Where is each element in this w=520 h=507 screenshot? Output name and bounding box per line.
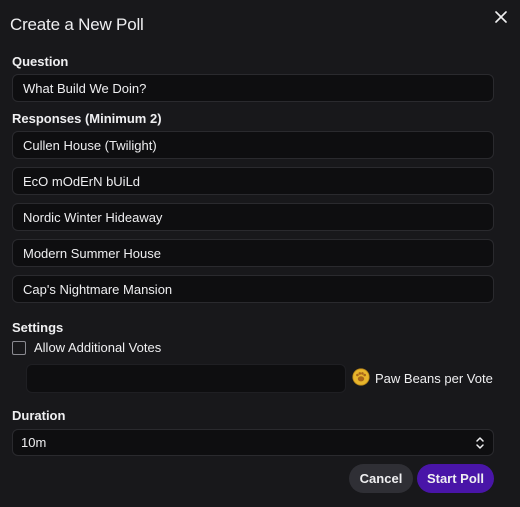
allow-additional-votes-label: Allow Additional Votes: [34, 340, 162, 355]
response-input-2[interactable]: EcO mOdErN bUiLd: [12, 167, 494, 195]
duration-select[interactable]: 10m: [12, 429, 494, 456]
allow-additional-votes-checkbox[interactable]: [12, 340, 26, 355]
allow-additional-votes-row[interactable]: Allow Additional Votes: [12, 340, 161, 355]
create-poll-dialog: Create a New Poll Question What Build We…: [0, 0, 520, 507]
duration-selected-value: 10m: [21, 435, 47, 450]
responses-label: Responses (Minimum 2): [12, 111, 162, 126]
question-label: Question: [12, 54, 69, 69]
settings-label: Settings: [12, 320, 64, 335]
beans-per-vote-label: Paw Beans per Vote: [375, 371, 493, 386]
dialog-title: Create a New Poll: [10, 15, 144, 34]
beans-per-vote-input[interactable]: [26, 364, 346, 393]
response-input-5[interactable]: Cap's Nightmare Mansion: [12, 275, 494, 303]
question-input[interactable]: What Build We Doin?: [12, 74, 494, 102]
response-input-3[interactable]: Nordic Winter Hideaway: [12, 203, 494, 231]
chevron-updown-icon: [476, 436, 484, 449]
start-poll-button[interactable]: Start Poll: [417, 464, 494, 493]
paw-bean-icon: [352, 368, 370, 386]
duration-label: Duration: [12, 408, 66, 423]
close-icon: [495, 11, 507, 23]
response-input-1[interactable]: Cullen House (Twilight): [12, 131, 494, 159]
response-input-4[interactable]: Modern Summer House: [12, 239, 494, 267]
close-button[interactable]: [492, 8, 510, 26]
cancel-button[interactable]: Cancel: [349, 464, 413, 493]
